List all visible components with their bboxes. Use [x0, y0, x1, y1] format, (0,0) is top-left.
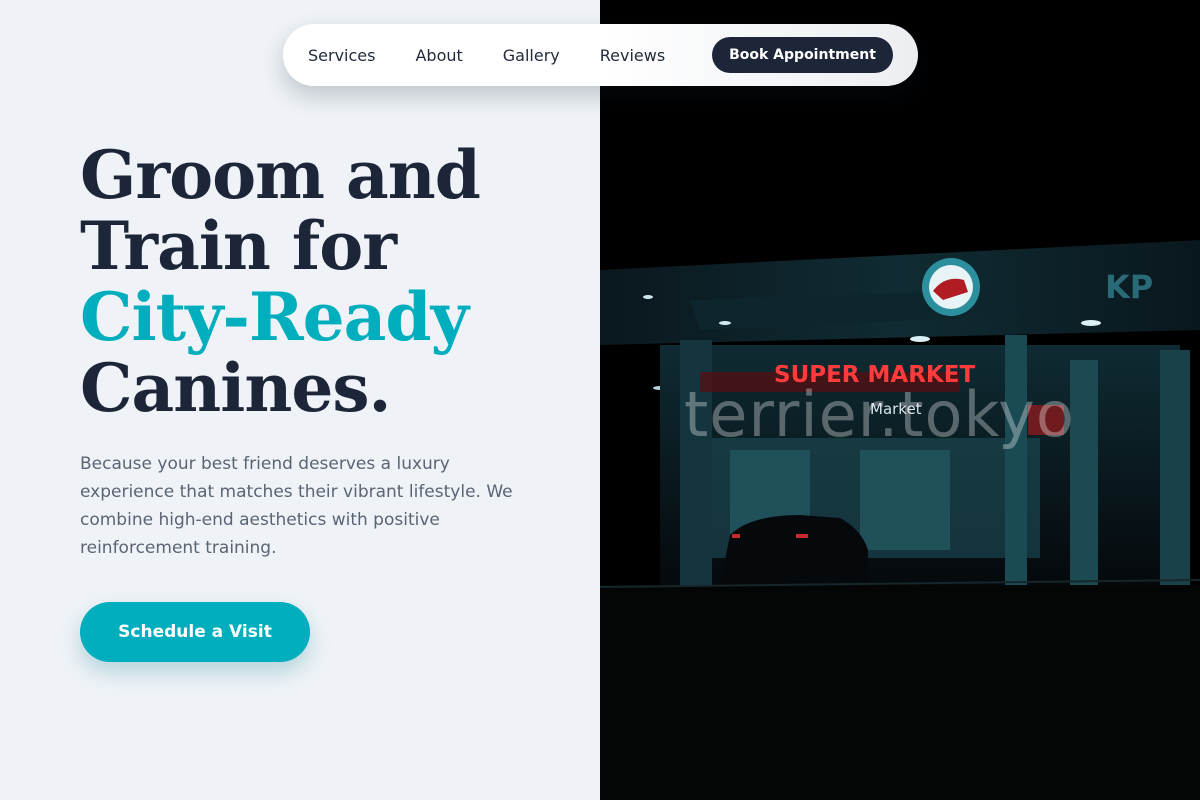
car-taillight [796, 534, 808, 538]
book-appointment-button[interactable]: Book Appointment [712, 37, 893, 73]
pillar [1005, 335, 1027, 590]
nav-link-services[interactable]: Services [308, 46, 375, 65]
headline-line-2: Train for [80, 207, 397, 285]
ceiling-light [910, 336, 930, 342]
nav-link-reviews[interactable]: Reviews [600, 46, 665, 65]
nav-link-about[interactable]: About [415, 46, 462, 65]
ceiling-light [1081, 320, 1101, 326]
ground [600, 585, 1200, 800]
top-nav: Services About Gallery Reviews Book Appo… [283, 24, 918, 86]
hero-photo: SUPER MARKET Market KP terrier.tokyo [600, 0, 1200, 800]
nav-link-gallery[interactable]: Gallery [503, 46, 560, 65]
store-window-pane [860, 450, 950, 550]
headline-accent: City-Ready [80, 278, 469, 356]
pillar [1160, 350, 1190, 590]
headline-line-1: Groom and [80, 136, 481, 214]
hero-headline: Groom and Train for City-Ready Canines. [80, 136, 481, 427]
hero-left-panel: Groom and Train for City-Ready Canines. … [0, 0, 600, 800]
hero-subtext: Because your best friend deserves a luxu… [80, 454, 513, 558]
headline-line-4: Canines. [80, 349, 391, 427]
ceiling-light [719, 321, 731, 325]
car-taillight [732, 534, 740, 538]
ceiling-light [643, 295, 653, 299]
corner-sign: KP [1105, 268, 1153, 306]
schedule-visit-button[interactable]: Schedule a Visit [80, 602, 310, 662]
watermark: terrier.tokyo [684, 378, 1075, 451]
